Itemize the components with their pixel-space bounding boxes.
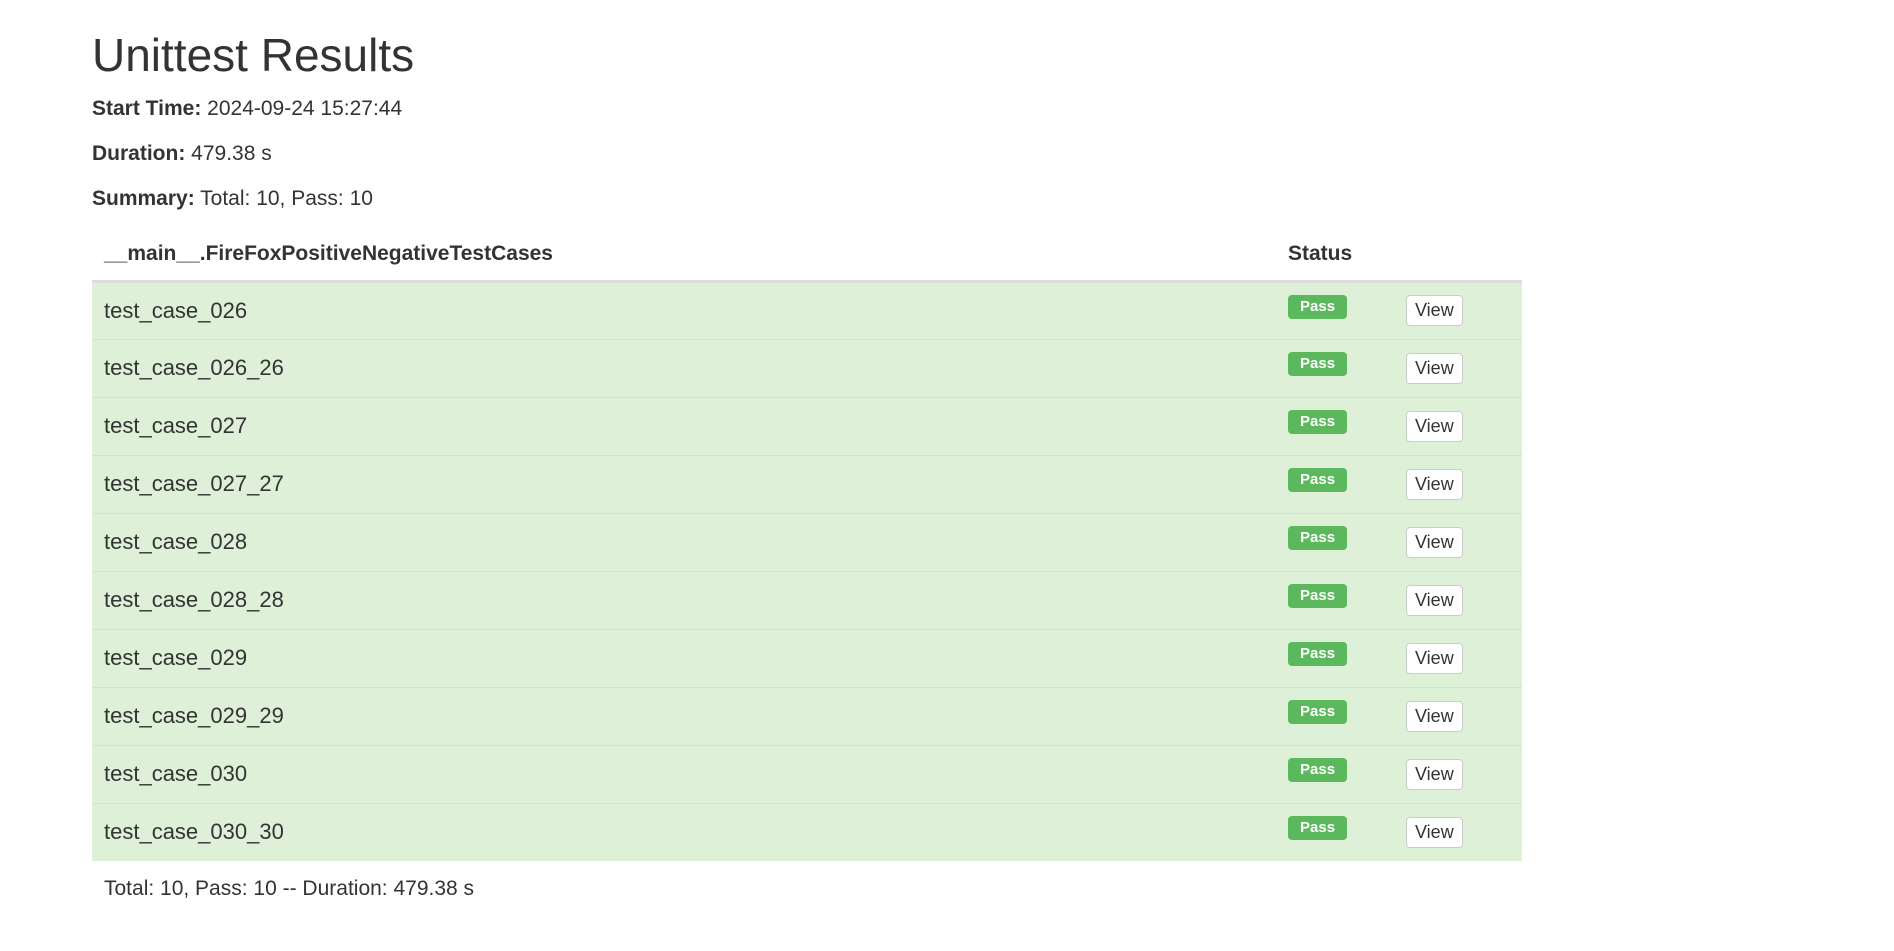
test-name: test_case_027 [92,396,1276,455]
status-badge: Pass [1288,584,1348,608]
table-row: test_case_029 Pass View [92,628,1522,687]
header-row: __main__.FireFoxPositiveNegativeTestCase… [92,229,1522,283]
view-button[interactable]: View [1406,584,1463,616]
duration-line: Duration: 479.38 s [92,139,1522,184]
view-button[interactable]: View [1406,642,1463,674]
start-time-value: 2024-09-24 15:27:44 [207,97,403,120]
status-header: Status [1276,229,1394,283]
results-table-header: __main__.FireFoxPositiveNegativeTestCase… [92,229,1522,283]
view-button[interactable]: View [1406,352,1463,384]
test-name: test_case_030_30 [92,802,1276,861]
table-row: test_case_030_30 Pass View [92,802,1522,861]
start-time-line: Start Time: 2024-09-24 15:27:44 [92,94,1522,139]
view-button[interactable]: View [1406,526,1463,558]
suite-name-header: __main__.FireFoxPositiveNegativeTestCase… [92,229,1276,283]
view-button[interactable]: View [1406,700,1463,732]
page-title: Unittest Results [92,29,415,81]
test-name: test_case_026 [92,280,1276,339]
test-name: test_case_026_26 [92,338,1276,397]
test-name: test_case_029_29 [92,686,1276,745]
action-header [1394,229,1522,283]
test-name: test_case_028 [92,512,1276,571]
test-name: test_case_030 [92,744,1276,803]
table-row: test_case_026 Pass View [92,280,1522,339]
table-row: test_case_029_29 Pass View [92,686,1522,745]
summary-value: Total: 10, Pass: 10 [200,187,373,210]
duration-value: 479.38 s [191,142,272,165]
report-page: Unittest Results Start Time: 2024-09-24 … [92,0,1522,917]
status-badge: Pass [1288,758,1348,782]
view-button[interactable]: View [1406,816,1463,848]
summary-label: Summary: [92,187,195,210]
status-badge: Pass [1288,642,1348,666]
results-table-body: test_case_026 Pass View test_case_026_26… [92,280,1522,861]
status-badge: Pass [1288,468,1348,492]
results-table-footer: Total: 10, Pass: 10 -- Duration: 479.38 … [92,861,1522,917]
status-badge: Pass [1288,352,1348,376]
table-row: test_case_027_27 Pass View [92,454,1522,513]
view-button[interactable]: View [1406,410,1463,442]
summary-line: Summary: Total: 10, Pass: 10 [92,184,1522,229]
view-button[interactable]: View [1406,758,1463,790]
status-badge: Pass [1288,700,1348,724]
test-name: test_case_027_27 [92,454,1276,513]
duration-label: Duration: [92,142,186,165]
table-row: test_case_026_26 Pass View [92,338,1522,397]
table-row: test_case_027 Pass View [92,396,1522,455]
view-button[interactable]: View [1406,295,1463,326]
status-badge: Pass [1288,294,1348,319]
status-badge: Pass [1288,816,1348,841]
table-row: test_case_028 Pass View [92,512,1522,571]
view-button[interactable]: View [1406,468,1463,500]
results-footer-summary: Total: 10, Pass: 10 -- Duration: 479.38 … [104,877,475,900]
test-name: test_case_029 [92,628,1276,687]
results-table: __main__.FireFoxPositiveNegativeTestCase… [92,229,1522,917]
status-badge: Pass [1288,410,1348,434]
table-row: test_case_028_28 Pass View [92,570,1522,629]
status-badge: Pass [1288,526,1348,550]
table-row: test_case_030 Pass View [92,744,1522,803]
start-time-label: Start Time: [92,97,202,120]
footer-row: Total: 10, Pass: 10 -- Duration: 479.38 … [92,861,1522,917]
test-name: test_case_028_28 [92,570,1276,629]
